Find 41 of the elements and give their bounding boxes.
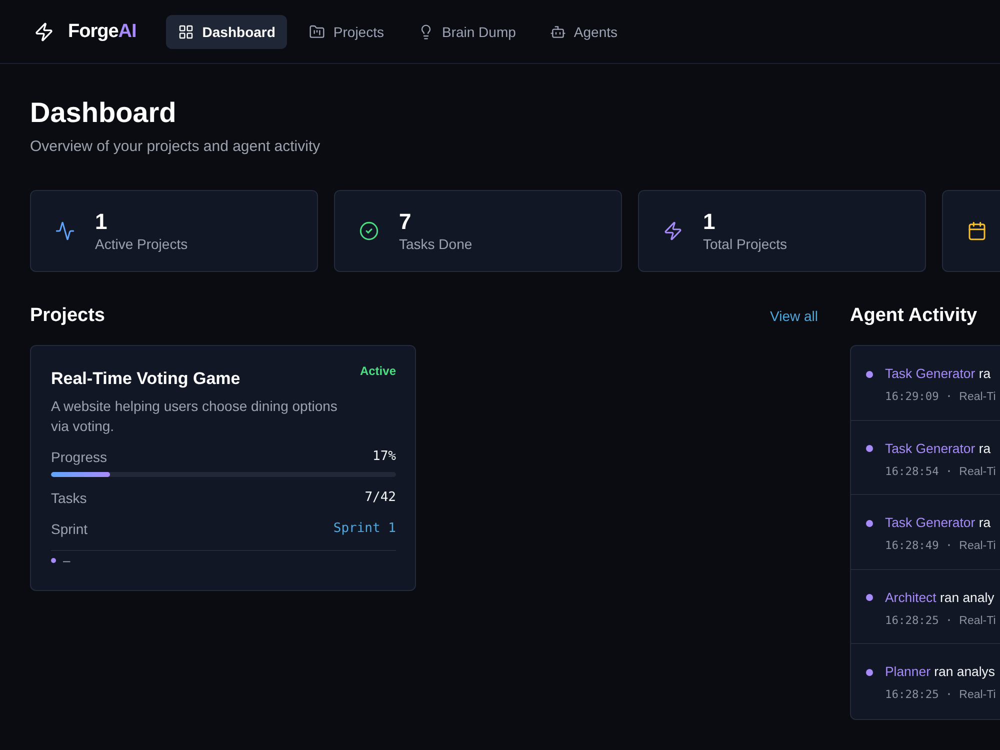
sprint-name: Sprint 1 xyxy=(333,520,396,538)
progress-reading: 17% xyxy=(372,448,396,466)
stat-label: Total Projects xyxy=(703,235,788,253)
page-title: Dashboard xyxy=(30,96,178,130)
activity-meta: 16:28:25 · Real-Ti xyxy=(885,612,996,629)
sprint-label: Sprint xyxy=(51,520,88,538)
brand-name: ForgeAI xyxy=(68,20,136,42)
progress-label: Progress xyxy=(51,448,108,466)
footer-text: – xyxy=(63,553,70,568)
page-subtitle: Overview of your projects and agent activity xyxy=(30,137,322,157)
robot-icon xyxy=(550,24,566,40)
stat-value: 1 xyxy=(95,209,108,235)
folder-icon xyxy=(309,24,326,40)
activity-text: Task Generator ra xyxy=(885,514,991,532)
nav-tab[interactable]: Agents xyxy=(538,14,630,48)
lightning-logo-icon xyxy=(34,22,54,42)
section-title: Projects xyxy=(30,305,105,327)
project-description: A website helping users choose dining options via voting. xyxy=(51,397,338,436)
activity-text: Task Generator ra xyxy=(885,440,991,458)
activity-meta: 16:28:25 · Real-Ti xyxy=(885,687,996,704)
stat-value: 1 xyxy=(703,209,716,235)
stat-label: Active Projects xyxy=(95,235,188,253)
nav-tab[interactable]: Projects xyxy=(297,14,396,48)
tasks-label: Tasks xyxy=(51,489,87,507)
grid-icon xyxy=(178,24,194,40)
stat-label: Tasks Done xyxy=(399,235,472,253)
activity-text: Task Generator ra xyxy=(885,365,991,383)
activity-meta: 16:28:54 · Real-Ti xyxy=(885,464,996,480)
stat-value: 7 xyxy=(399,209,412,235)
nav-tab[interactable]: Dashboard xyxy=(166,14,288,48)
tasks-count: 7/42 xyxy=(364,489,396,507)
activity-text: Architect ran analy xyxy=(885,588,994,607)
section-title: Agent Activity xyxy=(850,305,978,327)
project-card[interactable]: Real-Time Voting Game Active A website helping users choose dining options via voting. Progress 17% Tasks 7/42 Sprint Sprint 1 – xyxy=(30,345,416,591)
activity-meta: 16:28:49 · Real-Ti xyxy=(885,538,996,554)
project-title: Real-Time Voting Game xyxy=(51,368,240,390)
status-label: Active xyxy=(360,364,396,378)
view-all-link[interactable]: View all xyxy=(770,308,818,324)
activity-meta: 16:29:09 · Real-Ti xyxy=(885,389,996,405)
activity-text: Planner ran analys xyxy=(885,663,995,682)
nav-tab[interactable]: Brain Dump xyxy=(406,14,528,48)
